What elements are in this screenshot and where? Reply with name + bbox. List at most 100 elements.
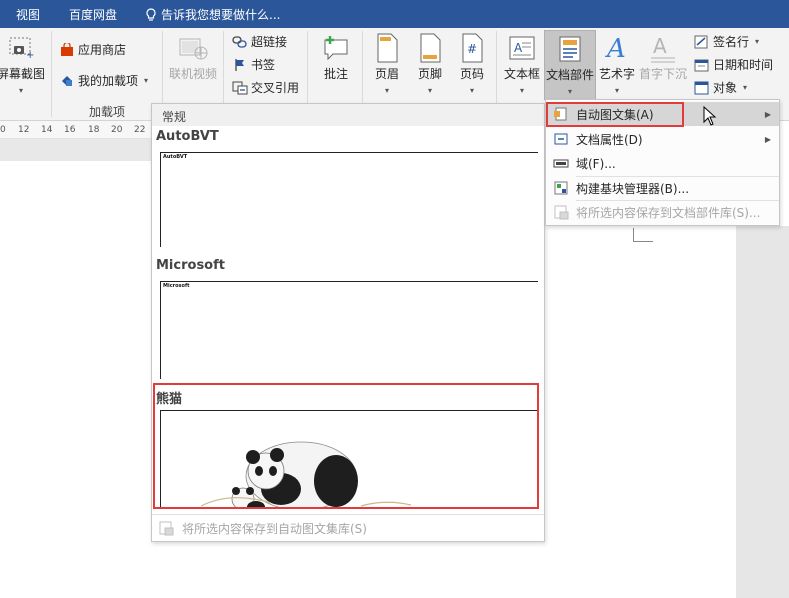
chevron-right-icon: ▶ xyxy=(764,109,771,119)
save-gallery-icon xyxy=(159,521,174,536)
menu-item-field-label: 域(F)... xyxy=(576,156,616,171)
svg-text:A: A xyxy=(514,41,523,55)
cross-reference-button[interactable]: 交叉引用 xyxy=(232,79,299,96)
hyperlink-button[interactable]: 超链接 xyxy=(232,33,287,50)
calendar-icon xyxy=(694,59,709,71)
header-button[interactable]: 页眉 ▾ xyxy=(368,32,406,95)
hyperlink-label: 超链接 xyxy=(251,35,288,49)
footer-label: 页脚 xyxy=(417,67,442,81)
chevron-down-icon: ▾ xyxy=(567,87,572,96)
wordart-icon: A xyxy=(602,32,632,64)
date-time-button[interactable]: 日期和时间 xyxy=(694,56,773,73)
docprop-icon xyxy=(554,133,568,145)
signature-icon xyxy=(694,35,708,48)
chevron-down-icon: ▾ xyxy=(18,86,23,95)
chevron-down-icon: ▾ xyxy=(519,86,524,95)
dropcap-icon: A xyxy=(648,32,678,64)
chevron-down-icon: ▾ xyxy=(427,86,432,95)
horizontal-ruler: 0 12 14 16 18 20 22 xyxy=(0,121,152,139)
document-gray-margin xyxy=(736,226,789,598)
tab-view[interactable]: 视图 xyxy=(16,6,40,23)
menu-item-document-property[interactable]: 文档属性(D) ▶ xyxy=(546,127,779,151)
ribbon-tab-bar: 视图 百度网盘 告诉我您想要做什么... xyxy=(0,0,789,28)
screenshot-label: 屏幕截图 xyxy=(0,67,46,81)
quick-parts-label: 文档部件 xyxy=(545,68,594,82)
camera-icon: + xyxy=(6,32,36,64)
menu-item-autotext-label: 自动图文集(A) xyxy=(576,107,654,122)
menu-item-save-to-quick-parts[interactable]: 将所选内容保存到文档部件库(S)... xyxy=(546,200,779,224)
gallery-entry-preview-text: AutoBVT xyxy=(163,154,188,160)
svg-text:A: A xyxy=(605,34,626,63)
footer-icon xyxy=(415,32,445,64)
ruler-tick: 18 xyxy=(88,125,100,135)
pagenum-icon: # xyxy=(457,32,487,64)
drop-cap-button[interactable]: A 首字下沉 xyxy=(639,32,687,82)
gallery-entry-title: AutoBVT xyxy=(156,129,219,144)
ruler-tick: 14 xyxy=(41,125,53,135)
organizer-icon xyxy=(554,181,568,195)
bookmark-icon xyxy=(235,58,244,71)
tell-me-placeholder: 告诉我您想要做什么... xyxy=(161,8,281,22)
page-number-button[interactable]: # 页码 ▾ xyxy=(453,32,491,95)
object-label: 对象 xyxy=(713,81,738,95)
store-icon xyxy=(61,42,73,56)
ruler-tick: 12 xyxy=(18,125,30,135)
quick-parts-button[interactable]: 文档部件 ▾ xyxy=(544,30,596,100)
link-icon xyxy=(232,35,247,48)
textbox-label: 文本框 xyxy=(503,67,540,81)
save-to-autotext-gallery-label: 将所选内容保存到自动图文集库(S) xyxy=(182,521,367,536)
crossref-icon xyxy=(232,81,248,94)
textbox-icon: A xyxy=(507,32,537,64)
online-video-label: 联机视频 xyxy=(168,67,217,81)
ruler-tick: 22 xyxy=(134,125,146,135)
chevron-down-icon: ▾ xyxy=(144,76,149,85)
app-store-button[interactable]: 应用商店 xyxy=(60,41,126,58)
quick-parts-menu: 自动图文集(A) ▶ 文档属性(D) ▶ 域(F)... 构建基块管理器(B).… xyxy=(545,99,780,226)
signature-line-label: 签名行 xyxy=(713,35,750,49)
comment-button[interactable]: 批注 xyxy=(316,32,356,82)
svg-text:A: A xyxy=(653,34,667,58)
lightbulb-icon xyxy=(146,7,156,21)
gallery-entry-title: Microsoft xyxy=(156,258,225,273)
svg-text:#: # xyxy=(467,42,477,56)
chevron-down-icon: ▾ xyxy=(469,86,474,95)
footer-button[interactable]: 页脚 ▾ xyxy=(411,32,449,95)
header-icon xyxy=(372,32,402,64)
screenshot-button[interactable]: + 屏幕截图 ▾ xyxy=(0,32,46,95)
group-separator xyxy=(51,31,52,117)
comment-icon xyxy=(321,32,351,64)
gallery-entry-microsoft[interactable]: Microsoft xyxy=(160,281,538,379)
object-button[interactable]: 对象 ▾ xyxy=(694,79,747,96)
my-addins-button[interactable]: 我的加载项 ▾ xyxy=(60,72,148,89)
textbox-button[interactable]: A 文本框 ▾ xyxy=(501,32,543,95)
page-corner-mark xyxy=(633,228,653,242)
bookmark-button[interactable]: 书签 xyxy=(232,56,275,73)
gallery-entry-autobvt[interactable]: AutoBVT xyxy=(160,152,538,247)
chevron-down-icon: ▾ xyxy=(743,83,748,92)
online-video-button[interactable]: 联机视频 xyxy=(166,32,220,82)
my-addins-label: 我的加载项 xyxy=(78,74,139,88)
gallery-entry-title: 熊猫 xyxy=(156,392,183,407)
tab-baidu-netdisk[interactable]: 百度网盘 xyxy=(69,6,117,23)
menu-item-document-property-label: 文档属性(D) xyxy=(576,132,643,147)
svg-text:+: + xyxy=(26,50,34,60)
menu-item-autotext[interactable]: 自动图文集(A) ▶ xyxy=(546,102,779,126)
header-label: 页眉 xyxy=(374,67,399,81)
panda-illustration xyxy=(200,441,412,508)
date-time-label: 日期和时间 xyxy=(713,58,774,72)
ruler-tick: 16 xyxy=(64,125,76,135)
menu-item-building-blocks-organizer-label: 构建基块管理器(B)... xyxy=(576,181,690,196)
menu-item-field[interactable]: 域(F)... xyxy=(546,151,779,175)
ruler-tick: 20 xyxy=(111,125,123,135)
menu-item-building-blocks-organizer[interactable]: 构建基块管理器(B)... xyxy=(546,176,779,200)
wordart-button[interactable]: A 艺术字 ▾ xyxy=(598,32,636,95)
tell-me-search[interactable]: 告诉我您想要做什么... xyxy=(145,6,280,23)
signature-line-button[interactable]: 签名行 ▾ xyxy=(694,33,759,50)
gallery-entry-preview-text: Microsoft xyxy=(163,283,190,289)
page-number-label: 页码 xyxy=(459,67,484,81)
save-to-autotext-gallery[interactable]: 将所选内容保存到自动图文集库(S) xyxy=(152,514,544,541)
app-store-label: 应用商店 xyxy=(78,43,127,57)
ruler-tick: 0 xyxy=(0,125,6,135)
gallery-entry-panda[interactable] xyxy=(160,410,538,508)
quickparts-icon xyxy=(555,33,585,65)
